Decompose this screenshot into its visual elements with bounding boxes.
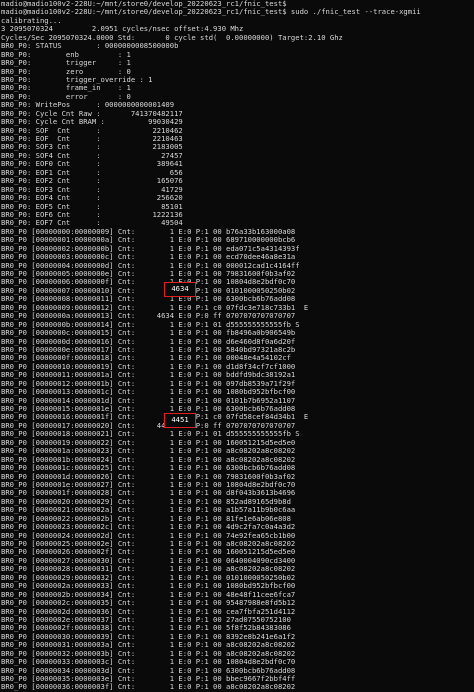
terminal-line: BR0_P0: SOF3 Cnt : 2183005 bbox=[1, 143, 183, 152]
terminal-line: BR0_P0 [0000001a:00000023] Cnt: 1 E:0 P:… bbox=[1, 447, 296, 456]
terminal-line: BR0_P0 [00000021:0000002a] Cnt: 1 E:0 P:… bbox=[1, 506, 296, 515]
terminal-line: BR0_P0 [00000029:00000032] Cnt: 1 E:0 P:… bbox=[1, 573, 296, 582]
terminal-line: BR0_P0: EOF1 Cnt : 656 bbox=[1, 168, 183, 177]
terminal-line: BR0_P0 [00000033:0000003c] Cnt: 1 E:0 P:… bbox=[1, 658, 296, 667]
terminal-line: BR0_P0: EOF2 Cnt : 165076 bbox=[1, 177, 183, 186]
terminal-line: BR0_P0: trigger : 1 bbox=[1, 59, 131, 68]
terminal-window[interactable]: madio@madio100v2-228U:~/mnt/store0/devel… bbox=[0, 0, 474, 692]
terminal-line: BR0_P0: EOF Cnt : 2210463 bbox=[1, 135, 183, 143]
terminal-line: BR0_P0 [0000002e:00000037] Cnt: 1 E:0 P:… bbox=[1, 615, 291, 624]
terminal-line: BR0_P0 [00000001:0000000a] Cnt: 1 E:0 P:… bbox=[1, 236, 296, 245]
terminal-line: BR0_P0 [0000000b:00000014] Cnt: 1 E:0 P:… bbox=[1, 320, 300, 329]
terminal-line: BR0_P0 [00000011:0000001a] Cnt: 1 E:0 P:… bbox=[1, 371, 296, 380]
terminal-line: BR0_P0 [00000012:0000001b] Cnt: 1 E:0 P:… bbox=[1, 379, 296, 388]
terminal-line: BR0_P0 [00000026:0000002f] Cnt: 1 E:0 P:… bbox=[1, 548, 296, 557]
terminal-line: BR0_P0: EOF5 Cnt : 85101 bbox=[1, 202, 183, 211]
terminal-line: BR0_P0 [00000036:0000003f] Cnt: 1 E:0 P:… bbox=[1, 683, 296, 692]
terminal-line: BR0_P0 [0000000c:00000015] Cnt: 1 E:0 P:… bbox=[1, 329, 296, 338]
terminal-line: BR0_P0 [00000024:0000002d] Cnt: 1 E:0 P:… bbox=[1, 531, 296, 540]
terminal-line: Cycles/Sec 2095070324.0000 Std: 0 cycle … bbox=[1, 33, 343, 42]
terminal-line: BR0_P0 [00000003:0000000c] Cnt: 1 E:0 P:… bbox=[1, 253, 296, 262]
terminal-line: BR0_P0: SOF Cnt : 2210462 bbox=[1, 126, 183, 135]
terminal-line: BR0_P0: EOF3 Cnt : 41729 bbox=[1, 185, 183, 194]
terminal-line: BR0_P0 [00000008:00000011] Cnt: 1 E:0 P:… bbox=[1, 295, 296, 304]
terminal-line: BR0_P0 [0000000f:00000018] Cnt: 1 E:0 P:… bbox=[1, 354, 291, 363]
terminal-line: madio@madio100v2-228U:~/mnt/store0/devel… bbox=[1, 0, 287, 8]
terminal-line: BR0_P0: SOF4 Cnt : 27457 bbox=[1, 151, 183, 160]
terminal-line: BR0_P0 [00000016:0000001f] Cnt: 1 E:0 P:… bbox=[1, 413, 309, 422]
terminal-line: BR0_P0: error : 0 bbox=[1, 92, 131, 101]
terminal-line: BR0_P0 [00000006:0000000f] Cnt: 1 E:0 P:… bbox=[1, 278, 296, 287]
terminal-line: madio@madio100v2-228U:~/mnt/store0/devel… bbox=[1, 8, 421, 17]
terminal-line: BR0_P0 [00000025:0000002e] Cnt: 1 E:0 P:… bbox=[1, 540, 296, 548]
terminal-line: BR0_P0 [0000000d:00000016] Cnt: 1 E:0 P:… bbox=[1, 337, 296, 346]
terminal-line: BR0_P0 [00000028:00000031] Cnt: 1 E:0 P:… bbox=[1, 565, 296, 574]
terminal-line: BR0_P0: Cycle Cnt Raw : 741370482117 bbox=[1, 109, 183, 118]
terminal-line: BR0_P0 [00000005:0000000e] Cnt: 1 E:0 P:… bbox=[1, 270, 296, 278]
terminal-line: BR0_P0 [0000002f:00000038] Cnt: 1 E:0 P:… bbox=[1, 624, 291, 633]
terminal-line: BR0_P0: EOF0 Cnt : 389641 bbox=[1, 160, 183, 169]
terminal-line: BR0_P0 [00000018:00000021] Cnt: 1 E:0 P:… bbox=[1, 430, 300, 439]
terminal-line: BR0_P0 [0000000a:00000013] Cnt: 4634 E:0… bbox=[1, 312, 296, 321]
terminal-line: BR0_P0 [00000031:0000003a] Cnt: 1 E:0 P:… bbox=[1, 641, 296, 650]
terminal-line: BR0_P0 [00000032:0000003b] Cnt: 1 E:0 P:… bbox=[1, 649, 296, 658]
terminal-line: BR0_P0 [0000002d:00000036] Cnt: 1 E:0 P:… bbox=[1, 607, 296, 616]
terminal-line: BR0_P0 [0000001e:00000027] Cnt: 1 E:0 P:… bbox=[1, 480, 296, 489]
terminal-line: BR0_P0 [0000001c:00000025] Cnt: 1 E:0 P:… bbox=[1, 464, 296, 473]
terminal-line: BR0_P0: EOF4 Cnt : 256620 bbox=[1, 194, 183, 203]
terminal-line: BR0_P0 [00000014:0000001d] Cnt: 1 E:0 P:… bbox=[1, 396, 296, 405]
highlight-box: 4634 bbox=[164, 282, 196, 297]
terminal-line: BR0_P0 [00000004:0000000d] Cnt: 1 E:0 P:… bbox=[1, 261, 300, 270]
terminal-line: calibrating... bbox=[1, 16, 62, 25]
terminal-line: BR0_P0: EOF6 Cnt : 1222136 bbox=[1, 210, 183, 219]
terminal-line: BR0_P0 [00000007:00000010] Cnt: 1 E:0 P:… bbox=[1, 286, 296, 295]
terminal-line: 3 2095070324 2.0951 cycles/nsec offset:4… bbox=[1, 25, 244, 34]
terminal-line: BR0_P0: zero : 0 bbox=[1, 67, 131, 76]
terminal-line: BR0_P0 [00000034:0000003d] Cnt: 1 E:0 P:… bbox=[1, 666, 296, 675]
terminal-line: BR0_P0: trigger_override : 1 bbox=[1, 75, 153, 84]
terminal-line: BR0_P0 [00000019:00000022] Cnt: 1 E:0 P:… bbox=[1, 438, 296, 447]
terminal-line: BR0_P0: frame_in : 1 bbox=[1, 84, 131, 93]
terminal-line: BR0_P0: enb : 1 bbox=[1, 50, 131, 59]
highlight-box: 4451 bbox=[164, 413, 196, 428]
terminal-line: BR0_P0: STATUS : 0000000008500000b bbox=[1, 42, 179, 51]
terminal-line: BR0_P0 [0000001f:00000028] Cnt: 1 E:0 P:… bbox=[1, 489, 296, 498]
terminal-line: BR0_P0: EOF7 Cnt : 49504 bbox=[1, 219, 183, 228]
terminal-line: BR0_P0 [0000001d:00000026] Cnt: 1 E:0 P:… bbox=[1, 472, 296, 481]
terminal-line: BR0_P0 [00000022:0000002b] Cnt: 1 E:0 P:… bbox=[1, 514, 291, 523]
terminal-line: BR0_P0 [0000002a:00000033] Cnt: 1 E:0 P:… bbox=[1, 582, 296, 591]
terminal-line: BR0_P0 [0000002b:00000034] Cnt: 1 E:0 P:… bbox=[1, 590, 296, 599]
terminal-line: BR0_P0: WritePos : 0000000000001409 bbox=[1, 101, 175, 110]
terminal-line: BR0_P0 [00000013:0000001c] Cnt: 1 E:0 P:… bbox=[1, 388, 296, 397]
terminal-line: BR0_P0 [00000002:0000000b] Cnt: 1 E:0 P:… bbox=[1, 244, 300, 253]
terminal-line: BR0_P0 [00000009:00000012] Cnt: 1 E:0 P:… bbox=[1, 303, 309, 312]
terminal-line: BR0_P0 [00000023:0000002c] Cnt: 1 E:0 P:… bbox=[1, 523, 296, 532]
terminal-line: BR0_P0 [00000017:00000020] Cnt: 4451 E:0… bbox=[1, 421, 296, 430]
terminal-line: BR0_P0 [00000027:00000030] Cnt: 1 E:0 P:… bbox=[1, 556, 296, 565]
terminal-line: BR0_P0 [00000020:00000029] Cnt: 1 E:0 P:… bbox=[1, 497, 291, 506]
terminal-line: BR0_P0 [00000000:00000009] Cnt: 1 E:0 P:… bbox=[1, 227, 296, 236]
terminal-line: BR0_P0 [00000010:00000019] Cnt: 1 E:0 P:… bbox=[1, 362, 296, 371]
terminal-line: BR0_P0: Cycle Cnt BRAM : 99030429 bbox=[1, 118, 183, 127]
terminal-line: BR0_P0 [00000035:0000003e] Cnt: 1 E:0 P:… bbox=[1, 675, 296, 683]
terminal-line: BR0_P0 [00000030:00000039] Cnt: 1 E:0 P:… bbox=[1, 632, 296, 641]
terminal-line: BR0_P0 [0000002c:00000035] Cnt: 1 E:0 P:… bbox=[1, 599, 296, 608]
terminal-line: BR0_P0 [0000000e:00000017] Cnt: 1 E:0 P:… bbox=[1, 345, 296, 354]
terminal-line: BR0_P0 [0000001b:00000024] Cnt: 1 E:0 P:… bbox=[1, 455, 296, 464]
terminal-line: BR0_P0 [00000015:0000001e] Cnt: 1 E:0 P:… bbox=[1, 405, 296, 413]
